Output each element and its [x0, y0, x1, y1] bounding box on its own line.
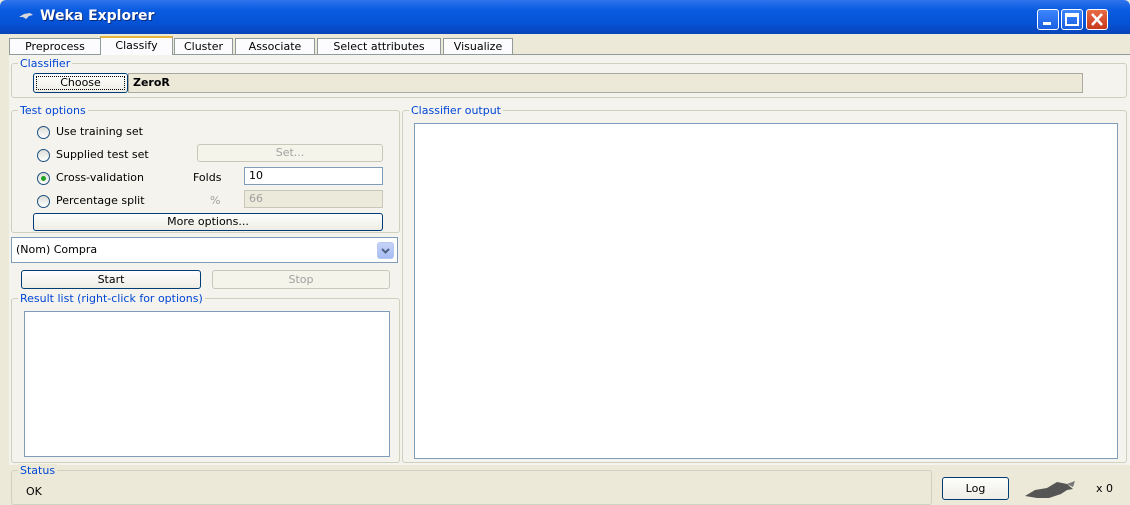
- log-button[interactable]: Log: [942, 477, 1009, 500]
- class-attribute-value: (Nom) Compra: [16, 243, 98, 256]
- stop-button[interactable]: Stop: [212, 270, 390, 289]
- class-attribute-select[interactable]: (Nom) Compra: [11, 237, 398, 263]
- result-list-group: Result list (right-click for options): [11, 292, 400, 463]
- dropdown-button[interactable]: [377, 242, 394, 259]
- weka-bird-status-icon: [1025, 481, 1075, 498]
- classifier-output-group: Classifier output: [402, 104, 1127, 463]
- window-title: Weka Explorer: [40, 8, 155, 24]
- classifier-output-text[interactable]: [414, 123, 1118, 459]
- use-training-set-radio[interactable]: [37, 126, 50, 139]
- classifier-name[interactable]: ZeroR: [128, 73, 1083, 93]
- result-list-label: Result list (right-click for options): [18, 292, 205, 305]
- close-button[interactable]: [1086, 9, 1108, 30]
- percentage-split-radio[interactable]: [37, 195, 50, 208]
- result-list[interactable]: [24, 311, 390, 457]
- more-options-button[interactable]: More options...: [33, 213, 383, 231]
- status-text: OK: [26, 485, 42, 498]
- test-options-group: Test options Use training set Supplied t…: [11, 104, 400, 233]
- tab-classify[interactable]: Classify: [100, 36, 173, 55]
- set-button[interactable]: Set...: [197, 144, 383, 162]
- tab-preprocess[interactable]: Preprocess: [9, 38, 101, 54]
- start-button[interactable]: Start: [21, 270, 201, 289]
- classifier-output-label: Classifier output: [409, 104, 503, 117]
- folds-input[interactable]: 10: [244, 167, 383, 185]
- percent-symbol: %: [210, 194, 221, 207]
- weka-explorer-window: Weka Explorer Preprocess Classify Cluste…: [0, 0, 1130, 505]
- maximize-button[interactable]: [1061, 9, 1083, 30]
- supplied-test-set-radio[interactable]: [37, 149, 50, 162]
- status-group-label: Status: [18, 464, 58, 477]
- title-bar: Weka Explorer: [0, 0, 1130, 34]
- percentage-split-label: Percentage split: [56, 194, 145, 207]
- use-training-set-label: Use training set: [56, 125, 143, 138]
- classifier-group: Classifier Choose ZeroR: [11, 57, 1127, 98]
- folds-label: Folds: [193, 171, 222, 184]
- chevron-down-icon: [381, 248, 390, 254]
- tab-associate[interactable]: Associate: [235, 38, 315, 54]
- maximize-icon: [1065, 13, 1079, 26]
- test-options-label: Test options: [18, 104, 88, 117]
- minimize-icon: [1043, 22, 1051, 25]
- supplied-test-set-label: Supplied test set: [56, 148, 149, 161]
- classifier-group-label: Classifier: [18, 57, 73, 70]
- cross-validation-radio[interactable]: [37, 172, 50, 185]
- choose-button[interactable]: Choose: [33, 73, 128, 93]
- tasks-count: x 0: [1096, 482, 1114, 495]
- status-group: Status OK: [11, 464, 932, 505]
- tab-visualize[interactable]: Visualize: [443, 38, 513, 54]
- tab-select-attributes[interactable]: Select attributes: [317, 38, 441, 54]
- close-icon: [1091, 13, 1103, 26]
- cross-validation-label: Cross-validation: [56, 171, 144, 184]
- percent-input[interactable]: 66: [244, 190, 383, 208]
- weka-bird-icon: [19, 13, 33, 19]
- minimize-button[interactable]: [1037, 9, 1059, 30]
- classify-panel: Classifier Choose ZeroR Test options Use…: [9, 54, 1130, 465]
- tab-cluster[interactable]: Cluster: [174, 38, 233, 54]
